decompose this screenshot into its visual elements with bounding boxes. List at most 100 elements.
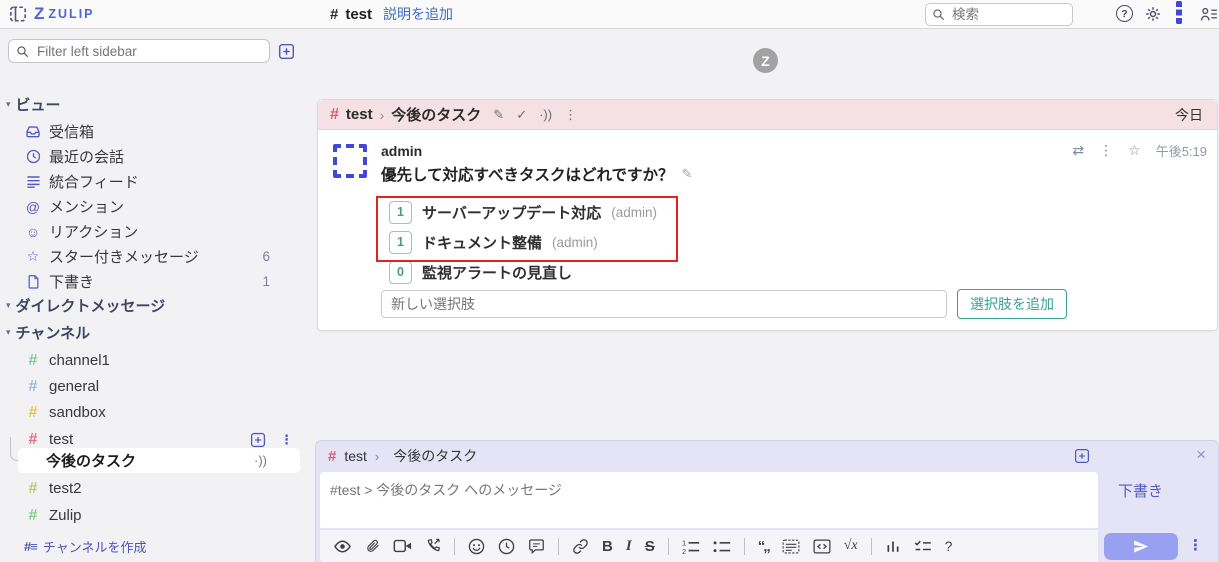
new-conversation-plus-icon[interactable] (278, 43, 295, 60)
recipient-bar[interactable]: # test › 今後のタスク ✎ ✓ ·)) ⋮ 今日 (318, 100, 1217, 130)
sidebar-channel-general[interactable]: # general (0, 374, 306, 399)
views-section-header[interactable]: ▾ ビュー (6, 94, 61, 115)
inbox-icon (24, 124, 42, 139)
help-icon[interactable]: ? (945, 538, 953, 554)
channel-hash-icon: # (328, 447, 337, 465)
code-icon[interactable] (813, 538, 831, 554)
topic-followed-icon[interactable]: ·)) (539, 107, 552, 122)
sidebar-channel-sandbox[interactable]: # sandbox (0, 400, 306, 425)
voice-call-icon[interactable] (425, 538, 441, 554)
strikethrough-icon[interactable]: S (645, 538, 655, 555)
compose-topic-name[interactable]: 今後のタスク (393, 446, 477, 466)
sidebar-channel-zulip[interactable]: # Zulip (0, 503, 306, 528)
zulip-loading-spinner: Z (753, 48, 778, 73)
gear-icon[interactable] (1145, 6, 1161, 22)
help-icon[interactable]: ? (1116, 5, 1133, 22)
video-call-icon[interactable] (393, 539, 412, 553)
bulleted-list-icon[interactable] (713, 539, 731, 554)
message-bubble-icon[interactable] (528, 538, 545, 554)
mark-resolved-check-icon[interactable]: ✓ (516, 107, 527, 123)
toolbar-divider (667, 537, 669, 555)
italic-icon[interactable]: I (626, 538, 632, 555)
compose-toolbar: B I S 12 “„ √x ? (320, 529, 1098, 562)
compose-message-input[interactable] (320, 472, 1098, 528)
caret-down-icon: ▾ (6, 300, 11, 310)
sidebar-channel-channel1[interactable]: # channel1 (0, 348, 306, 373)
sidebar-toggle-icon[interactable] (9, 5, 27, 23)
sidebar-item-recent-conversations[interactable]: 最近の会話 (0, 144, 306, 169)
spoiler-icon[interactable] (782, 539, 800, 554)
channel-new-topic-plus-icon[interactable] (250, 432, 266, 448)
emoji-icon[interactable] (468, 538, 485, 555)
quote-reply-icon[interactable]: ⇄ (1072, 142, 1084, 159)
sidebar-item-mentions[interactable]: @ メンション (0, 194, 306, 219)
message-kebab-icon[interactable]: ⋮ (1099, 142, 1113, 159)
search-input[interactable] (950, 6, 1054, 23)
user-list-icon[interactable] (1200, 6, 1218, 22)
compose-box: # test › 今後のタスク × 下書き B I S 12 (315, 440, 1219, 562)
math-icon[interactable]: √x (844, 538, 858, 554)
sidebar-item-reactions[interactable]: ☺ リアクション (0, 219, 306, 244)
sender-name[interactable]: admin (381, 143, 422, 159)
sender-avatar[interactable] (333, 144, 367, 178)
user-avatar[interactable] (1176, 1, 1182, 24)
sidebar-item-starred-messages[interactable]: ☆ スター付きメッセージ 6 (0, 244, 306, 269)
recipient-channel-name[interactable]: test (346, 106, 373, 123)
channel-hash-icon: # (28, 430, 38, 448)
edit-poll-pencil-icon[interactable]: ✎ (682, 166, 693, 182)
channels-section-header[interactable]: ▾ チャンネル (6, 322, 90, 343)
poll-add-option-button[interactable]: 選択肢を追加 (957, 289, 1067, 319)
caret-down-icon: ▾ (6, 99, 11, 109)
quote-icon[interactable]: “„ (758, 538, 771, 555)
schedule-clock-icon[interactable] (498, 538, 515, 555)
sidebar-item-drafts[interactable]: 下書き 1 (0, 269, 306, 294)
create-channel-link[interactable]: #≡ チャンネルを作成 (0, 537, 306, 556)
bold-icon[interactable]: B (602, 538, 613, 555)
sidebar-item-inbox[interactable]: 受信箱 (0, 119, 306, 144)
poll-new-option-input[interactable] (381, 290, 947, 318)
draft-file-icon (24, 274, 42, 289)
star-icon: ☆ (26, 248, 40, 264)
zulip-logo-word: ZULIP (48, 7, 95, 21)
sidebar-filter-row (8, 38, 300, 64)
left-sidebar: ▾ ビュー 受信箱 最近の会話 統合フィード @ メンション ☺ リアクション … (0, 29, 306, 562)
poll-vote-button[interactable]: 1 (389, 230, 412, 254)
search-box[interactable] (925, 3, 1073, 26)
poll-vote-button[interactable]: 0 (389, 260, 412, 284)
poll-vote-button[interactable]: 1 (389, 200, 412, 224)
poll-question: 優先して対応すべきタスクはどれですか？ ✎ (381, 166, 693, 184)
add-description-link[interactable]: 説明を追加 (383, 4, 453, 24)
toolbar-divider (558, 537, 559, 555)
todo-list-icon[interactable] (914, 539, 932, 553)
direct-messages-section-header[interactable]: ▾ ダイレクトメッセージ (6, 295, 165, 316)
edit-topic-pencil-icon[interactable]: ✎ (493, 107, 504, 123)
poll-chart-icon[interactable] (885, 539, 901, 554)
recipient-topic-name[interactable]: 今後のタスク (391, 104, 481, 125)
zulip-logo-z-icon: Z (34, 4, 45, 23)
channel-hash-icon: # (330, 105, 339, 123)
star-message-icon[interactable]: ☆ (1128, 142, 1141, 159)
sidebar-filter-input[interactable] (35, 42, 239, 60)
poll-voters: (admin) (552, 234, 598, 250)
topic-followed-icon[interactable]: ·)) (254, 453, 267, 468)
sidebar-channel-test2[interactable]: # test2 (0, 476, 306, 501)
drafts-link[interactable]: 下書き (1118, 480, 1163, 501)
compose-expand-plus-icon[interactable] (1074, 448, 1090, 464)
send-options-kebab-icon[interactable]: ⋮ (1188, 536, 1203, 554)
sidebar-filter-box[interactable] (8, 39, 270, 63)
channel-kebab-icon[interactable]: ⋮ (280, 432, 293, 448)
preview-eye-icon[interactable] (333, 539, 352, 554)
topic-kebab-icon[interactable]: ⋮ (564, 107, 577, 123)
compose-channel-name[interactable]: test (344, 448, 367, 464)
numbered-list-icon[interactable]: 12 (682, 539, 700, 554)
send-button[interactable] (1104, 533, 1178, 560)
smiley-icon: ☺ (25, 223, 41, 240)
zulip-app: Z ZULIP # test 説明を追加 ? (0, 0, 1219, 562)
link-icon[interactable] (572, 538, 589, 555)
compose-close-icon[interactable]: × (1196, 445, 1206, 465)
zulip-logo[interactable]: Z ZULIP (34, 4, 95, 24)
attach-paperclip-icon[interactable] (365, 538, 380, 554)
sidebar-topic-active[interactable]: 今後のタスク ·)) (18, 448, 300, 473)
sidebar-item-combined-feed[interactable]: 統合フィード (0, 169, 306, 194)
search-icon (933, 9, 945, 21)
